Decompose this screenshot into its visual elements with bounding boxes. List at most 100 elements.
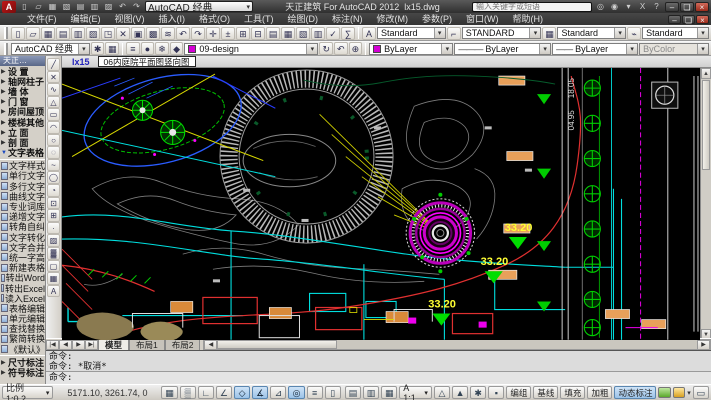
exchange-apps-icon[interactable]: X — [637, 2, 648, 11]
undo-icon[interactable]: ↶ — [116, 1, 129, 12]
layer-freeze-icon[interactable]: ❄ — [155, 42, 169, 55]
osnap-toggle[interactable]: ◇ — [234, 386, 250, 399]
scroll-up-icon[interactable]: ▲ — [701, 68, 711, 79]
quickcalc-icon[interactable]: ∑ — [341, 27, 355, 40]
plot-preview-icon[interactable]: ▥ — [71, 27, 85, 40]
point-icon[interactable]: · — [47, 222, 60, 235]
3ddwf-icon[interactable]: ◳ — [101, 27, 115, 40]
layout-nav-button[interactable]: |◀ — [46, 340, 59, 350]
rectangle-icon[interactable]: ▭ — [47, 108, 60, 121]
linetype-dropdown[interactable]: ——— ByLayer ▾ — [454, 43, 551, 55]
ortho-toggle[interactable]: ∟ — [198, 386, 214, 399]
copy-icon[interactable]: ▣ — [131, 27, 145, 40]
construction-line-icon[interactable]: ✕ — [47, 71, 60, 84]
grid-toggle[interactable]: ▒ — [180, 386, 196, 399]
workspace-switch-icon[interactable]: ✱ — [470, 386, 486, 399]
annotation-visibility-icon[interactable]: △ — [434, 386, 450, 399]
layer-states-icon[interactable]: ⊕ — [349, 42, 363, 55]
otrack-toggle[interactable]: ∡ — [252, 386, 268, 399]
snap-toggle[interactable]: ▦ — [161, 386, 177, 399]
text-style-dropdown[interactable]: Standard ▾ — [377, 27, 446, 39]
qat-workspace-dropdown[interactable]: AutoCAD 经典 ▾ — [145, 1, 253, 12]
region-icon[interactable]: ▢ — [47, 260, 60, 273]
menu-item[interactable]: 参数(P) — [415, 13, 459, 25]
doc-close-button[interactable]: × — [696, 15, 709, 24]
paste-icon[interactable]: ▩ — [146, 27, 160, 40]
toolbar-lock-icon[interactable]: ▪ — [488, 386, 504, 399]
infocenter-search-input[interactable] — [472, 2, 592, 12]
doc-minimize-button[interactable]: – — [668, 15, 681, 24]
zoom-realtime-icon[interactable]: ± — [221, 27, 235, 40]
mleader-style-dropdown[interactable]: Standard ▾ — [642, 27, 709, 39]
cut-icon[interactable]: ✕ — [116, 27, 130, 40]
sidebar-command-item[interactable]: 《默认》 — [0, 344, 45, 354]
mleader-style-icon[interactable]: ⌁ — [627, 27, 641, 40]
dim-style-dropdown[interactable]: STANDARD ▾ — [462, 27, 542, 39]
tarch-status-button[interactable]: 加粗 — [587, 386, 612, 399]
tarch-status-button[interactable]: 编组 — [506, 386, 531, 399]
open-icon[interactable]: ▱ — [26, 27, 40, 40]
vertical-scroll-thumb[interactable] — [702, 80, 710, 170]
menu-item[interactable]: 绘图(D) — [281, 13, 326, 25]
workspace-settings-icon[interactable]: ✱ — [91, 42, 105, 55]
vertical-scrollbar[interactable]: ▲ ▼ — [700, 68, 711, 340]
tarch-scale-button[interactable]: 比例 1:0.2 ▾ — [2, 386, 53, 399]
tarch-status-button[interactable]: 填充 — [560, 386, 585, 399]
text-style-icon[interactable]: A — [362, 27, 376, 40]
table-style-icon[interactable]: ▦ — [542, 27, 556, 40]
layer-properties-icon[interactable]: ≡ — [126, 42, 140, 55]
sign-in-icon[interactable]: ◉ — [609, 2, 620, 11]
plot-preview-icon[interactable]: ▥ — [88, 1, 101, 12]
close-button[interactable]: × — [695, 2, 709, 12]
tarch-status-button[interactable]: 基线 — [533, 386, 558, 399]
insert-block-icon[interactable]: ⊡ — [47, 197, 60, 210]
polygon-icon[interactable]: △ — [47, 96, 60, 109]
match-properties-icon[interactable]: ≋ — [161, 27, 175, 40]
scroll-right-icon[interactable]: ▶ — [697, 340, 710, 350]
view-title-tab[interactable]: 06内庭院平面图竖向图 — [98, 56, 196, 67]
markup-set-manager-icon[interactable]: ✓ — [326, 27, 340, 40]
circle-icon[interactable]: ○ — [47, 134, 60, 147]
tab-layout2[interactable]: 布局2 — [165, 339, 201, 350]
quick-view-drawings-icon[interactable]: ▦ — [381, 386, 397, 399]
hatch-icon[interactable]: ▨ — [47, 234, 60, 247]
save-icon[interactable]: ▦ — [41, 27, 55, 40]
coordinate-display[interactable]: 5171.10, 3261.74, 0 — [55, 388, 159, 398]
qp-toggle[interactable]: ▯ — [325, 386, 341, 399]
dim-style-icon[interactable]: ⌐ — [447, 27, 461, 40]
save-icon[interactable]: ▦ — [46, 1, 59, 12]
plot-icon[interactable]: ▤ — [56, 27, 70, 40]
scroll-left-icon[interactable]: ◀ — [204, 340, 217, 350]
model-space-icon[interactable]: ▤ — [345, 386, 361, 399]
new-icon[interactable]: ▯ — [18, 1, 31, 12]
ellipse-arc-icon[interactable]: ◔ — [47, 184, 60, 197]
tab-layout1[interactable]: 布局1 — [129, 339, 165, 350]
table-style-dropdown[interactable]: Standard ▾ — [557, 27, 626, 39]
sidebar-group-item-expanded[interactable]: ▼ 文字表格 — [0, 148, 45, 158]
tab-model[interactable]: 模型 — [98, 339, 129, 350]
workspace-save-icon[interactable]: ▦ — [105, 42, 119, 55]
horizontal-scrollbar[interactable]: ◀ ▶ — [203, 339, 711, 350]
tarch-day-icon[interactable] — [658, 387, 670, 398]
polar-toggle[interactable]: ∠ — [216, 386, 232, 399]
menu-item[interactable]: 文件(F) — [20, 13, 64, 25]
dropdown-caret-icon[interactable]: ▾ — [623, 2, 634, 11]
designcenter-icon[interactable]: ▦ — [281, 27, 295, 40]
layer-lock-icon[interactable]: ◆ — [170, 42, 184, 55]
zoom-window-icon[interactable]: ⊞ — [236, 27, 250, 40]
tarch-status-button[interactable]: 动态标注 — [614, 386, 656, 399]
pan-icon[interactable]: ✛ — [206, 27, 220, 40]
publish-icon[interactable]: ▨ — [102, 1, 115, 12]
minimize-button[interactable]: – — [665, 2, 679, 12]
lwt-toggle[interactable]: ≡ — [307, 386, 323, 399]
status-menu-caret-icon[interactable]: ▾ — [687, 389, 691, 397]
layout-nav-button[interactable]: ▶ — [72, 340, 85, 350]
annotation-autoscale-icon[interactable]: ▲ — [452, 386, 468, 399]
spline-icon[interactable]: ~ — [47, 159, 60, 172]
drawing-tab[interactable]: lx15 — [66, 57, 96, 67]
make-block-icon[interactable]: ⊞ — [47, 209, 60, 222]
ellipse-icon[interactable]: ◯ — [47, 171, 60, 184]
color-dropdown[interactable]: ByLayer ▾ — [369, 43, 453, 55]
toolbar-grip[interactable] — [4, 43, 8, 55]
menu-item[interactable]: 编辑(E) — [64, 13, 108, 25]
